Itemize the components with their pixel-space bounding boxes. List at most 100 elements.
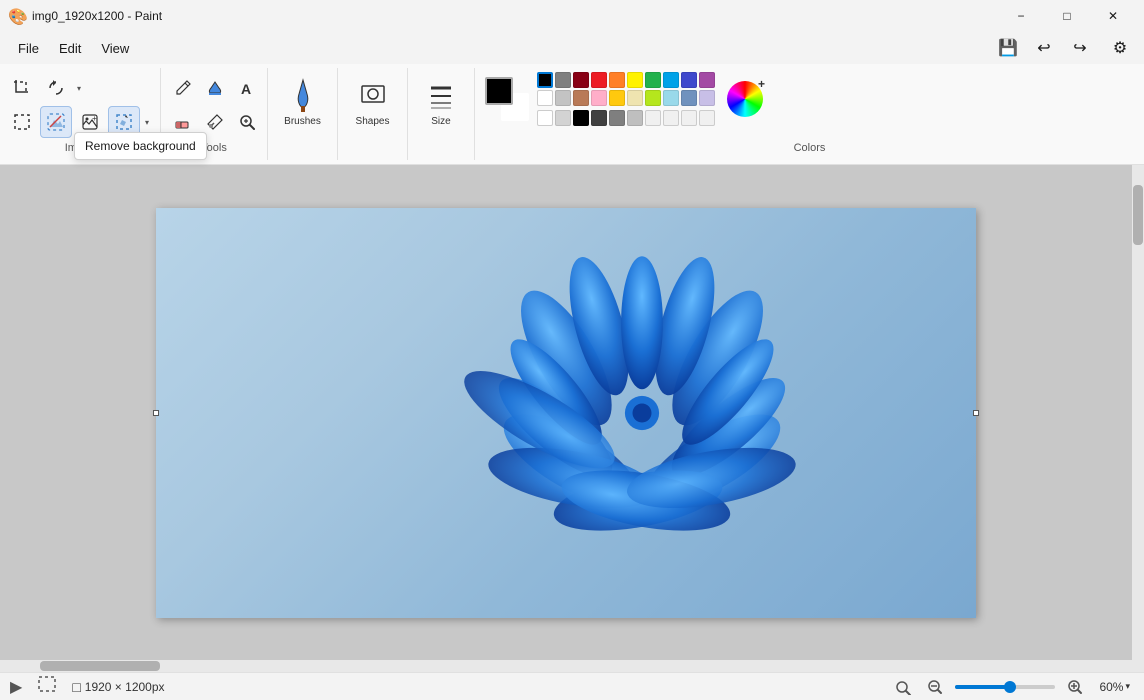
- color-tan[interactable]: [627, 90, 643, 106]
- undo-button[interactable]: ↩: [1028, 34, 1060, 62]
- zoom-in-button[interactable]: [1063, 675, 1087, 699]
- magnifier-button[interactable]: [231, 106, 263, 138]
- color-red[interactable]: [591, 72, 607, 88]
- image-section-label: Image: [65, 142, 96, 156]
- scrollbar-thumb-horizontal[interactable]: [40, 661, 160, 671]
- title-bar-controls: − □ ✕: [998, 0, 1136, 32]
- ribbon: ▾: [0, 64, 1144, 165]
- color-swatch-3-7[interactable]: [645, 110, 661, 126]
- zoom-slider[interactable]: [955, 685, 1055, 689]
- scrollbar-horizontal[interactable]: [0, 660, 1132, 672]
- color-swatch-3-9[interactable]: [681, 110, 697, 126]
- color-swatch-3-5[interactable]: [609, 110, 625, 126]
- zoom-chevron: ▾: [1125, 681, 1130, 692]
- status-right: 60% ▾: [891, 675, 1134, 699]
- brushes-label: Brushes: [284, 116, 321, 127]
- color-swatch-3-6[interactable]: [627, 110, 643, 126]
- colors-section-label: Colors: [485, 142, 1134, 156]
- color-swatch-3-4[interactable]: [591, 110, 607, 126]
- menu-bar: File Edit View 💾 ↩ ↪ ⚙: [0, 32, 1144, 64]
- resize-handle-right[interactable]: [973, 410, 979, 416]
- menu-view[interactable]: View: [91, 37, 139, 60]
- color-palette: [537, 72, 715, 126]
- color-light-gray[interactable]: [555, 90, 571, 106]
- select-rect-button[interactable]: [6, 106, 38, 138]
- insert-image-button[interactable]: +: [74, 106, 106, 138]
- color-brown[interactable]: [573, 90, 589, 106]
- zoom-out-button[interactable]: [923, 675, 947, 699]
- color-row-3: [537, 110, 715, 126]
- color-green[interactable]: [645, 72, 661, 88]
- remove-background-button[interactable]: [40, 106, 72, 138]
- fill-button[interactable]: [199, 72, 231, 104]
- zoom-percentage[interactable]: 60% ▾: [1095, 678, 1134, 696]
- ribbon-brushes-section: Brushes Brushes: [268, 68, 338, 160]
- color-blue[interactable]: [681, 72, 697, 88]
- settings-button[interactable]: ⚙: [1104, 34, 1136, 62]
- scrollbar-thumb-vertical[interactable]: [1133, 185, 1143, 245]
- color-steel[interactable]: [681, 90, 697, 106]
- status-bar: ▶ □ 1920 × 1200px: [0, 672, 1144, 700]
- close-button[interactable]: ✕: [1090, 0, 1136, 32]
- color-selector[interactable]: [485, 77, 529, 121]
- svg-text:+: +: [92, 114, 97, 123]
- color-lime[interactable]: [645, 90, 661, 106]
- save-button[interactable]: 💾: [992, 34, 1024, 62]
- rotate-button[interactable]: [40, 72, 72, 104]
- color-sky[interactable]: [663, 90, 679, 106]
- menu-file[interactable]: File: [8, 37, 49, 60]
- color-lavender[interactable]: [699, 90, 715, 106]
- dimensions-icon: □: [72, 679, 80, 695]
- menu-bar-right: 💾 ↩ ↪ ⚙: [992, 34, 1136, 62]
- brushes-button[interactable]: Brushes: [278, 72, 328, 132]
- minimize-button[interactable]: −: [998, 0, 1044, 32]
- color-row-1: [537, 72, 715, 88]
- color-white[interactable]: [537, 90, 553, 106]
- ribbon-shapes-section: Shapes Shapes: [338, 68, 408, 160]
- ribbon-image-section: ▾: [0, 68, 161, 160]
- color-black[interactable]: [537, 72, 553, 88]
- color-swatch-3-3[interactable]: [573, 110, 589, 126]
- size-button[interactable]: Size: [416, 72, 466, 132]
- color-dark-red[interactable]: [573, 72, 589, 88]
- scrollbar-vertical[interactable]: [1132, 165, 1144, 660]
- ribbon-size-section: Size Size: [408, 68, 475, 160]
- color-wheel-button[interactable]: [727, 81, 763, 117]
- pencil-button[interactable]: [167, 72, 199, 104]
- text-button[interactable]: A: [231, 72, 263, 104]
- menu-edit[interactable]: Edit: [49, 37, 91, 60]
- color-gray[interactable]: [555, 72, 571, 88]
- zoom-slider-fill: [955, 685, 1010, 689]
- size-label: Size: [431, 116, 450, 127]
- ribbon-colors-section: Colors: [475, 68, 1144, 160]
- crop-button[interactable]: [6, 72, 38, 104]
- color-orange[interactable]: [609, 72, 625, 88]
- maximize-button[interactable]: □: [1044, 0, 1090, 32]
- color-cyan[interactable]: [663, 72, 679, 88]
- color-picker-button[interactable]: [199, 106, 231, 138]
- eraser-button[interactable]: [167, 106, 199, 138]
- rotate-dropdown[interactable]: ▾: [72, 72, 86, 104]
- color-swatch-3-10[interactable]: [699, 110, 715, 126]
- tools-section-label: Tools: [201, 142, 227, 156]
- color-swatch-3-2[interactable]: [555, 110, 571, 126]
- redo-button[interactable]: ↪: [1064, 34, 1096, 62]
- zoom-slider-thumb[interactable]: [1004, 681, 1016, 693]
- magic-select-button[interactable]: [108, 106, 140, 138]
- foreground-color-swatch[interactable]: [485, 77, 513, 105]
- color-row-2: [537, 90, 715, 106]
- color-pink[interactable]: [591, 90, 607, 106]
- color-gold[interactable]: [609, 90, 625, 106]
- shapes-button[interactable]: Shapes: [348, 72, 398, 132]
- canvas-image[interactable]: [156, 208, 976, 618]
- color-purple[interactable]: [699, 72, 715, 88]
- color-swatch-3-8[interactable]: [663, 110, 679, 126]
- color-yellow[interactable]: [627, 72, 643, 88]
- resize-handle-left[interactable]: [153, 410, 159, 416]
- svg-text:A: A: [241, 81, 251, 97]
- cursor-tool-indicator: ▶: [10, 677, 22, 697]
- zoom-fit-button[interactable]: [891, 675, 915, 699]
- color-swatch-3-1[interactable]: [537, 110, 553, 126]
- magic-select-dropdown[interactable]: ▾: [140, 106, 154, 138]
- title-bar: 🎨 img0_1920x1200 - Paint − □ ✕: [0, 0, 1144, 32]
